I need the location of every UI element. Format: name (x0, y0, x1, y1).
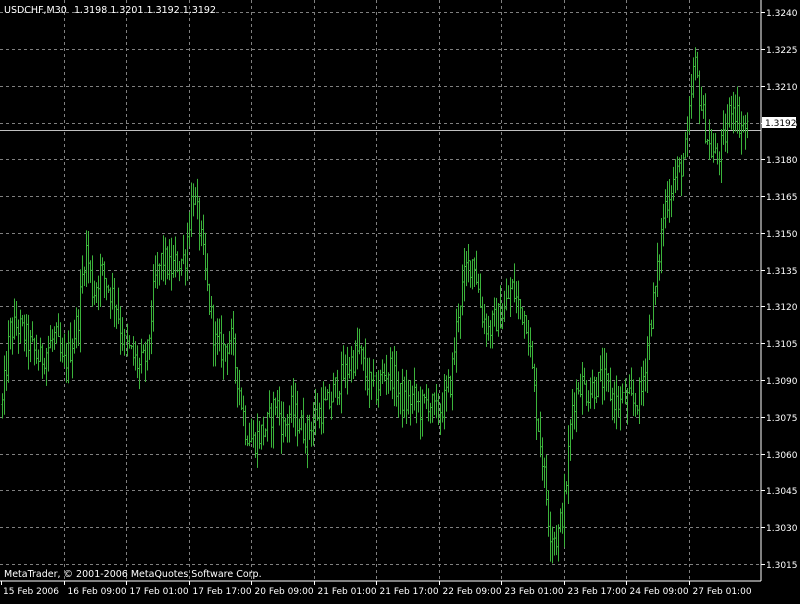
x-tick-label: 17 Feb 01:00 (130, 587, 189, 597)
x-tick-label: 17 Feb 17:00 (193, 587, 252, 597)
y-tick-label: 1.3210 (766, 83, 798, 93)
symbol-timeframe-label: USDCHF,M30 (4, 5, 67, 16)
chart-background (0, 0, 800, 600)
ohlc-values: 1.3198 1.3201 1.3192 1.3192 (74, 5, 216, 16)
y-tick-label: 1.3150 (766, 230, 798, 240)
y-tick-label: 1.3135 (766, 267, 798, 277)
x-tick-label: 24 Feb 09:00 (630, 587, 689, 597)
chart-window[interactable]: 1.32401.32251.32101.31951.31801.31651.31… (0, 0, 800, 600)
x-tick-label: 16 Feb 09:00 (68, 587, 127, 597)
x-tick-label: 27 Feb 01:00 (693, 587, 752, 597)
y-tick-label: 1.3225 (766, 46, 798, 56)
y-tick-label: 1.3075 (766, 414, 798, 424)
current-price-label: 1.3192 (765, 119, 797, 129)
x-tick-label: 23 Feb 17:00 (568, 587, 627, 597)
x-tick-label: 22 Feb 09:00 (443, 587, 502, 597)
y-tick-label: 1.3015 (766, 561, 798, 571)
y-tick-label: 1.3165 (766, 193, 798, 203)
x-tick-label: 15 Feb 2006 (3, 587, 59, 597)
x-tick-label: 20 Feb 09:00 (255, 587, 314, 597)
y-tick-label: 1.3090 (766, 377, 798, 387)
y-tick-label: 1.3105 (766, 340, 798, 350)
x-tick-label: 21 Feb 01:00 (318, 587, 377, 597)
y-tick-label: 1.3180 (766, 156, 798, 166)
y-tick-label: 1.3120 (766, 303, 798, 313)
current-price-marker: 1.3192 (762, 117, 797, 129)
copyright-text: MetaTrader, © 2001-2006 MetaQuotes Softw… (4, 569, 262, 580)
y-tick-label: 1.3240 (766, 9, 798, 19)
y-tick-label: 1.3030 (766, 524, 798, 534)
x-tick-label: 21 Feb 17:00 (380, 587, 439, 597)
price-chart[interactable]: 1.32401.32251.32101.31951.31801.31651.31… (0, 0, 800, 600)
x-tick-label: 23 Feb 01:00 (505, 587, 564, 597)
y-tick-label: 1.3060 (766, 451, 798, 461)
y-tick-label: 1.3045 (766, 487, 798, 497)
